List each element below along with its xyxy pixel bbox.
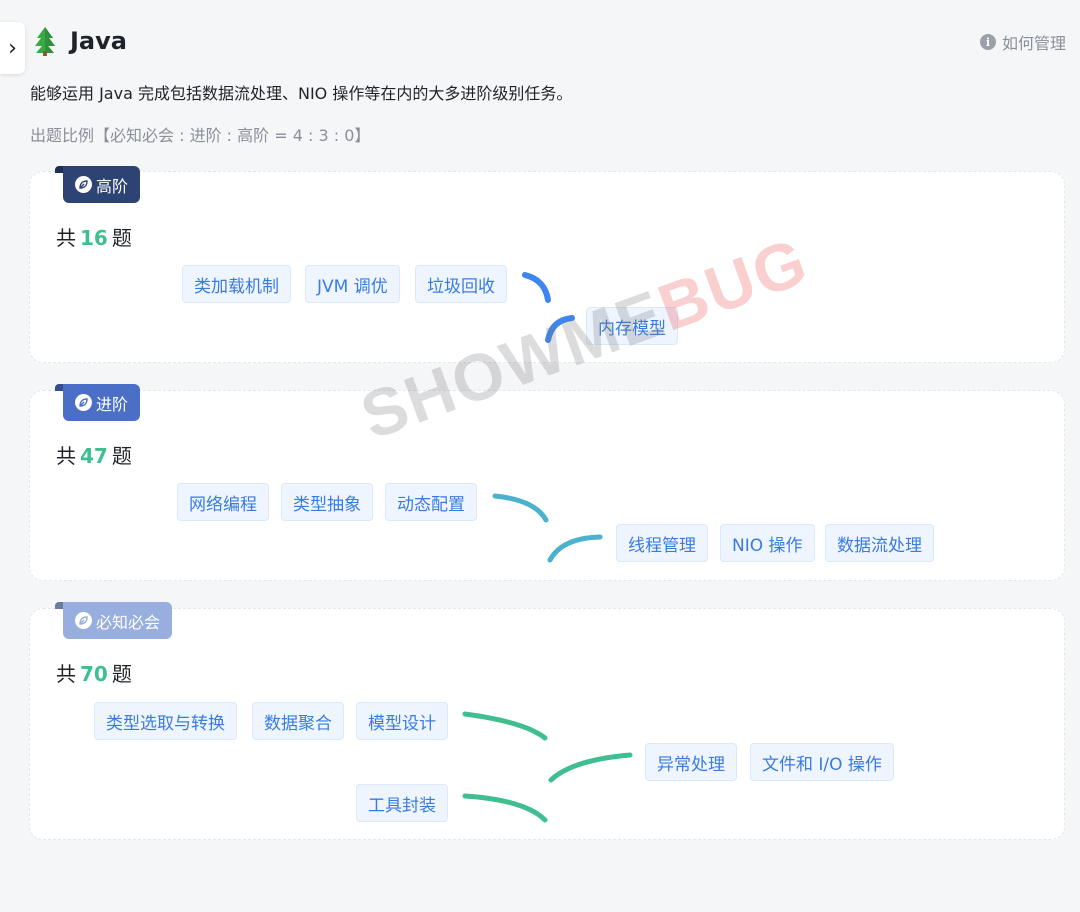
manage-label: 如何管理: [1001, 34, 1066, 53]
question-count-base: 共 70 题: [56, 658, 132, 687]
count-suffix: 题: [111, 662, 132, 686]
chevron-right-icon: ›: [8, 35, 17, 61]
topic-chip[interactable]: NIO 操作: [720, 524, 815, 562]
count-suffix: 题: [111, 444, 132, 468]
level-badge-label: 进阶: [96, 394, 129, 414]
count-number: 47: [80, 444, 108, 468]
manage-link[interactable]: i 如何管理: [979, 30, 1066, 54]
leaf-icon: [75, 612, 92, 629]
count-number: 70: [80, 662, 108, 686]
question-count-high: 共 16 题: [56, 222, 132, 251]
level-badge-label: 高阶: [96, 176, 129, 196]
count-prefix: 共: [56, 226, 76, 250]
skill-description: 能够运用 Java 完成包括数据流处理、NIO 操作等在内的大多进阶级别任务。: [30, 84, 573, 103]
topic-chip[interactable]: 工具封装: [356, 784, 448, 822]
leaf-icon: [75, 394, 92, 411]
count-suffix: 题: [111, 226, 132, 250]
level-badge-base: 必知必会: [63, 602, 173, 639]
count-prefix: 共: [56, 444, 76, 468]
level-badge-label: 必知必会: [96, 612, 161, 632]
count-number: 16: [80, 226, 108, 250]
skill-header: Java: [32, 26, 127, 56]
count-prefix: 共: [56, 662, 76, 686]
skill-card: › Java i 如何管理 能够运用 Java 完成包括数据流处理、NIO 操作…: [0, 0, 1080, 912]
topic-chip[interactable]: 类型选取与转换: [94, 702, 237, 740]
topic-chip[interactable]: 网络编程: [177, 483, 269, 521]
topic-chip[interactable]: 模型设计: [356, 702, 448, 740]
question-ratio: 出题比例【必知必会 : 进阶 : 高阶 = 4 : 3 : 0】: [30, 126, 371, 145]
question-count-mid: 共 47 题: [56, 440, 132, 469]
topic-chip[interactable]: 内存模型: [586, 307, 678, 345]
topic-chip[interactable]: 文件和 I/O 操作: [750, 743, 894, 781]
topic-chip[interactable]: 垃圾回收: [415, 265, 507, 303]
tree-icon: [35, 27, 55, 56]
topic-chip[interactable]: 线程管理: [616, 524, 708, 562]
sidebar-toggle-button[interactable]: ›: [0, 22, 25, 74]
topic-chip[interactable]: 类型抽象: [281, 483, 373, 521]
topic-chip[interactable]: 异常处理: [645, 743, 737, 781]
level-badge-high: 高阶: [63, 166, 141, 203]
leaf-icon: [75, 176, 92, 193]
topic-chip[interactable]: 数据聚合: [252, 702, 344, 740]
info-icon: i: [979, 34, 996, 50]
page-title: Java: [70, 27, 127, 55]
topic-chip[interactable]: JVM 调优: [305, 265, 400, 303]
level-badge-mid: 进阶: [63, 384, 141, 421]
topic-chip[interactable]: 类加载机制: [182, 265, 291, 303]
topic-chip[interactable]: 动态配置: [385, 483, 477, 521]
topic-chip[interactable]: 数据流处理: [825, 524, 934, 562]
